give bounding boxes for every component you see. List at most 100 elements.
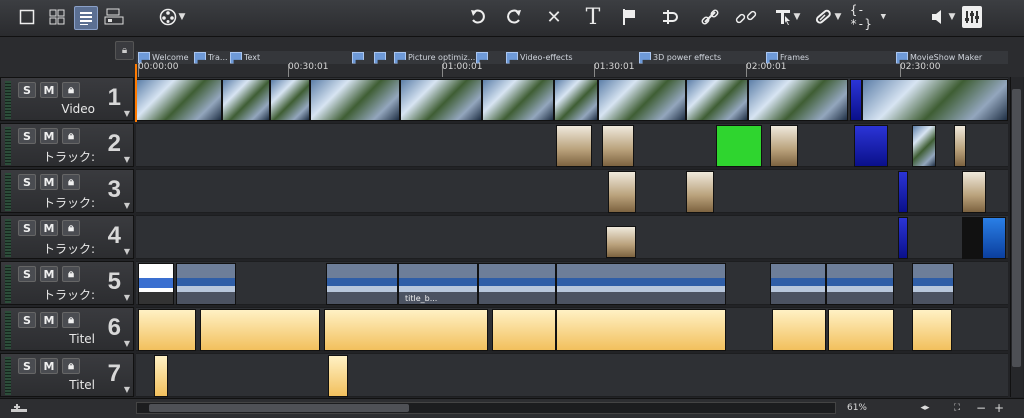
redo-icon[interactable] [502, 6, 526, 28]
effect-clip[interactable] [478, 263, 556, 305]
mute-button[interactable]: M [40, 82, 58, 98]
video-clip[interactable] [598, 79, 686, 121]
track-header[interactable]: S M 🔒︎ トラック: 3 ▼ [0, 169, 134, 213]
solo-button[interactable]: S [18, 266, 36, 282]
image-clip[interactable] [556, 125, 592, 167]
lock-icon[interactable]: 🔒︎ [62, 312, 80, 328]
video-clip[interactable] [686, 79, 748, 121]
reel-icon[interactable]: ▼ [156, 6, 188, 28]
marker-unnamed[interactable] [374, 51, 388, 64]
solo-button[interactable]: S [18, 128, 36, 144]
track-menu-caret[interactable]: ▼ [124, 247, 130, 256]
video-clip[interactable] [400, 79, 482, 121]
mouse-mode-icon[interactable]: ▼ [772, 6, 802, 28]
title-clip[interactable] [492, 309, 556, 351]
scroll-thumb[interactable] [149, 404, 409, 412]
track-menu-caret[interactable]: ▼ [124, 385, 130, 394]
track-header[interactable]: S M 🔒︎ Titel 7 ▼ [0, 353, 134, 397]
single-view-icon[interactable] [16, 6, 38, 28]
marker-text[interactable]: Text [230, 51, 260, 64]
title-clip[interactable] [912, 309, 952, 351]
mute-button[interactable]: M [40, 220, 58, 236]
volume-icon[interactable]: ▼ [928, 6, 958, 28]
marker-icon[interactable] [618, 6, 640, 28]
video-clip[interactable] [482, 79, 554, 121]
image-clip[interactable] [954, 125, 966, 167]
track-lane[interactable] [136, 307, 1008, 351]
multi-view-icon[interactable] [46, 6, 68, 28]
marker-transitions[interactable]: Tra... [194, 51, 228, 64]
video-clip[interactable] [554, 79, 598, 121]
solo-button[interactable]: S [18, 220, 36, 236]
lock-icon[interactable]: 🔒︎ [62, 266, 80, 282]
title-clip[interactable] [324, 309, 488, 351]
effect-clip[interactable] [326, 263, 398, 305]
delete-icon[interactable]: ✕ [542, 6, 566, 28]
image-clip[interactable] [898, 171, 908, 213]
title-clip[interactable] [154, 355, 168, 397]
track-lane[interactable] [136, 169, 1008, 213]
image-clip[interactable] [686, 171, 714, 213]
video-clip[interactable] [748, 79, 848, 121]
video-clip[interactable] [270, 79, 310, 121]
video-clip[interactable] [222, 79, 270, 121]
lock-icon[interactable]: 🔒︎ [62, 174, 80, 190]
track-lane[interactable] [136, 123, 1008, 167]
marker-video-effects[interactable]: Video-effects [506, 51, 573, 64]
scroll-thumb[interactable] [1012, 89, 1021, 367]
effect-clip[interactable] [826, 263, 894, 305]
title-clip[interactable] [200, 309, 320, 351]
mute-button[interactable]: M [40, 128, 58, 144]
track-menu-caret[interactable]: ▼ [124, 155, 130, 164]
razor-icon[interactable]: ▼ [810, 6, 844, 28]
horizontal-scrollbar[interactable] [136, 402, 836, 414]
track-lane[interactable] [136, 77, 1008, 121]
playhead[interactable] [135, 64, 137, 122]
unlink-icon[interactable] [733, 6, 761, 28]
video-clip[interactable] [850, 79, 862, 121]
title-clip[interactable] [772, 309, 826, 351]
solo-button[interactable]: S [18, 82, 36, 98]
track-menu-caret[interactable]: ▼ [124, 339, 130, 348]
title-clip[interactable] [328, 355, 348, 397]
track-header[interactable]: S M 🔒︎ Video 1 ▼ [0, 77, 134, 121]
track-lane[interactable] [136, 215, 1008, 259]
zoom-all-icon[interactable]: ⛶ [946, 401, 968, 415]
track-menu-caret[interactable]: ▼ [124, 109, 130, 118]
solo-button[interactable]: S [18, 312, 36, 328]
track-menu-caret[interactable]: ▼ [124, 201, 130, 210]
lock-icon[interactable]: 🔒︎ [62, 128, 80, 144]
video-clip[interactable] [310, 79, 400, 121]
track-lane[interactable] [136, 353, 1008, 397]
zoom-in-button[interactable]: + [992, 401, 1006, 415]
track-header[interactable]: S M 🔒︎ トラック: 2 ▼ [0, 123, 134, 167]
marker-3d-power-effects[interactable]: 3D power effects [639, 51, 721, 64]
undo-icon[interactable] [466, 6, 490, 28]
lock-icon[interactable]: 🔒︎ [62, 358, 80, 374]
video-clip[interactable] [136, 79, 222, 121]
image-clip[interactable] [608, 171, 636, 213]
track-menu-caret[interactable]: ▼ [124, 293, 130, 302]
track-header[interactable]: S M 🔒︎ トラック: 4 ▼ [0, 215, 134, 259]
vertical-scrollbar[interactable] [1010, 77, 1023, 397]
image-clip[interactable] [898, 217, 908, 259]
track-header[interactable]: S M 🔒︎ トラック: 5 ▼ [0, 261, 134, 305]
image-clip[interactable] [962, 171, 986, 213]
storyboard-icon[interactable] [102, 6, 126, 28]
solo-button[interactable]: S [18, 358, 36, 374]
range-icon[interactable]: {-*-} ▼ [850, 3, 886, 31]
image-clip[interactable] [770, 125, 798, 167]
track-lane[interactable]: title_b... [136, 261, 1008, 305]
effect-clip[interactable]: title_b... [398, 263, 478, 305]
split-icon[interactable] [658, 6, 682, 28]
link-icon[interactable] [698, 6, 722, 28]
zoom-fit-icon[interactable]: ◂▸ [912, 401, 938, 415]
lock-markers-button[interactable]: 🔒︎ [115, 41, 134, 60]
title-icon[interactable]: T [580, 5, 606, 30]
add-track-icon[interactable] [6, 401, 32, 415]
marker-unnamed[interactable] [352, 51, 366, 64]
effect-clip[interactable] [176, 263, 236, 305]
image-clip[interactable] [854, 125, 888, 167]
title-clip[interactable] [138, 263, 174, 305]
lock-icon[interactable]: 🔒︎ [62, 82, 80, 98]
